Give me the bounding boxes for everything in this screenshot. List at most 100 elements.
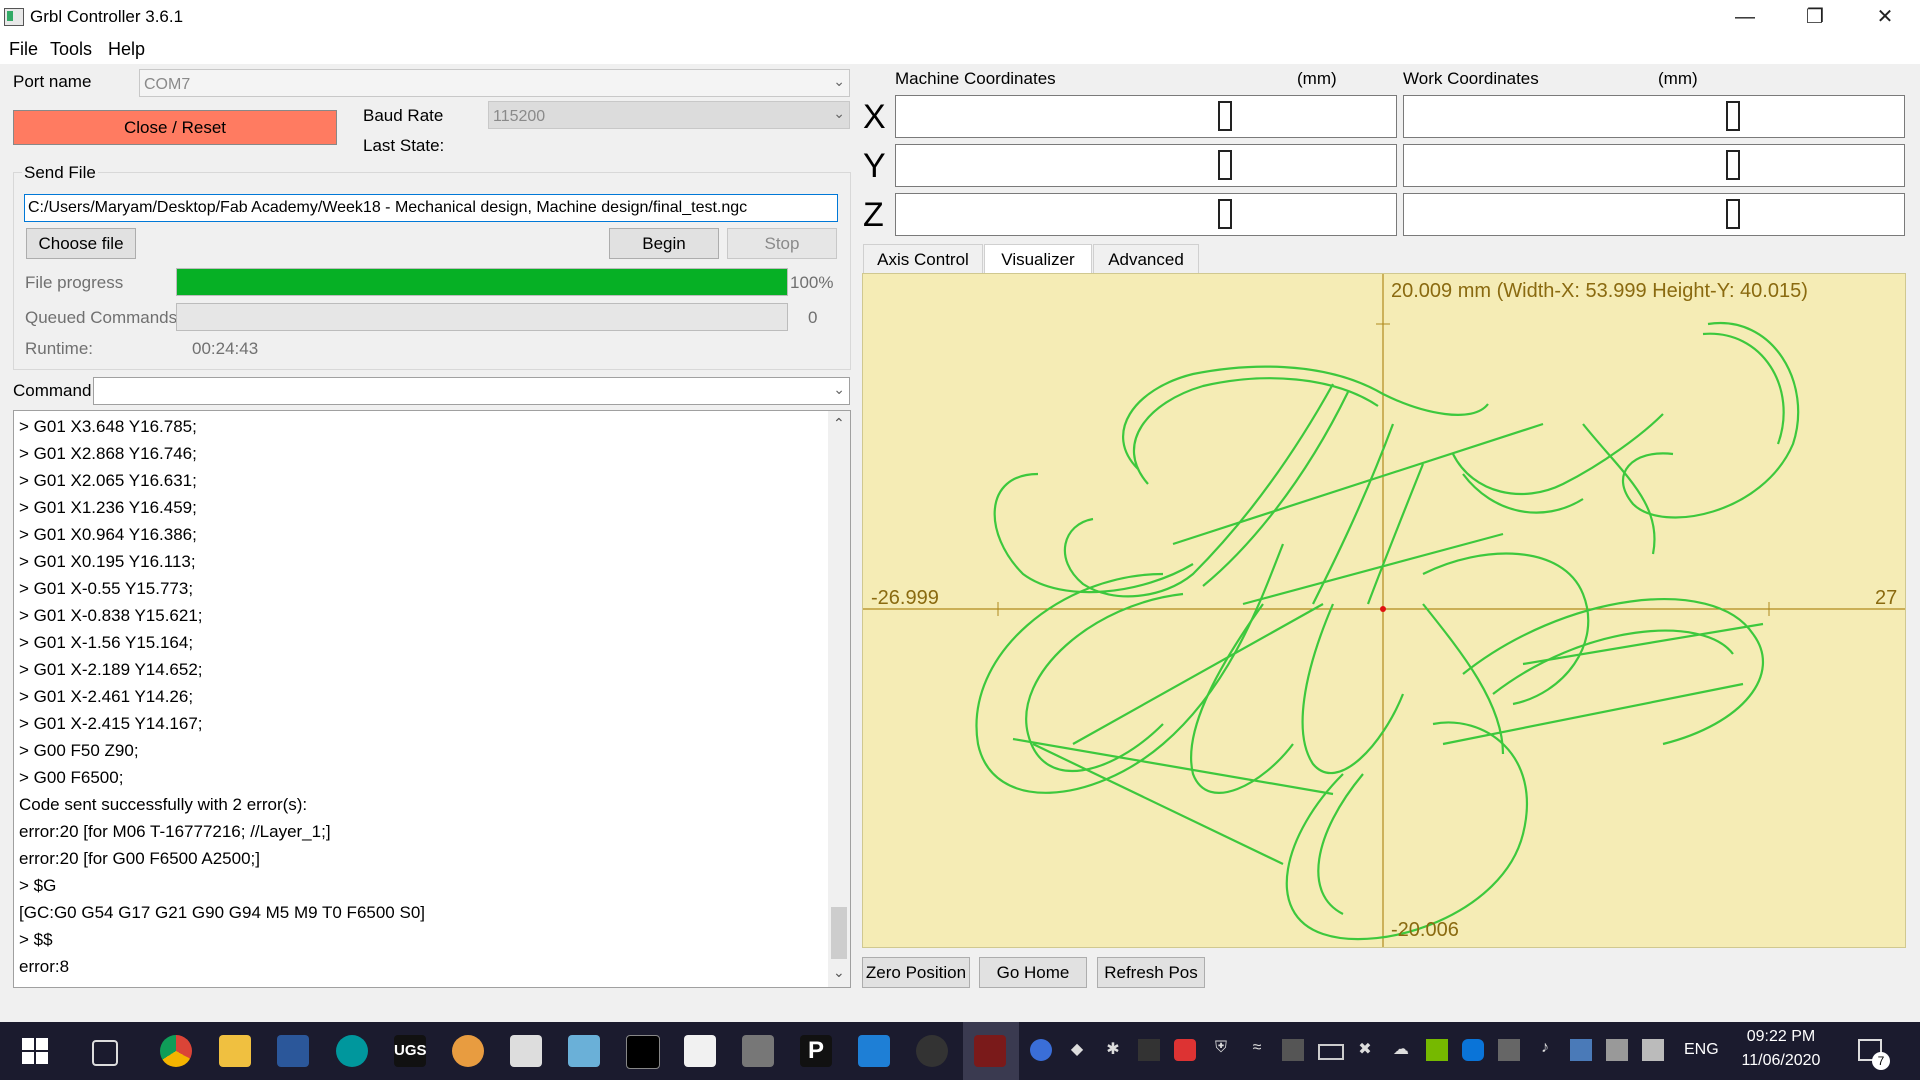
volume-icon[interactable]: ♪	[1534, 1039, 1556, 1061]
terminal-icon[interactable]	[626, 1035, 660, 1069]
app-icon	[4, 8, 24, 26]
tab-visualizer[interactable]: Visualizer	[984, 244, 1092, 274]
windows-start-icon[interactable]	[20, 1035, 52, 1067]
epic-games-icon[interactable]	[1138, 1039, 1160, 1061]
shield-icon[interactable]: ⛨	[1210, 1039, 1232, 1061]
menu-bar: File Tools Help	[0, 34, 1920, 64]
tray-app-icon[interactable]	[1030, 1039, 1052, 1061]
scroll-thumb[interactable]	[831, 907, 847, 959]
file-progress-fill	[177, 269, 787, 295]
restore-button[interactable]: ❐	[1780, 0, 1850, 34]
display-icon[interactable]	[1606, 1039, 1628, 1061]
cloud-upload-icon[interactable]: ☁	[1390, 1039, 1412, 1061]
file-explorer-icon[interactable]	[219, 1035, 251, 1067]
scroll-up-icon[interactable]: ⌃	[833, 415, 845, 432]
menu-file[interactable]: File	[9, 39, 38, 60]
machine-x-digit	[1218, 101, 1232, 131]
console-line: > G01 X2.868 Y16.746;	[19, 444, 197, 463]
toolpath-drawing	[975, 321, 1800, 941]
close-window-button[interactable]: ✕	[1850, 0, 1920, 34]
console-line: > G00 F50 Z90;	[19, 741, 139, 760]
image-viewer-icon[interactable]	[742, 1035, 774, 1067]
clock-date[interactable]: 11/06/2020	[1736, 1052, 1826, 1070]
storage-icon[interactable]	[1282, 1039, 1304, 1061]
title-bar: Grbl Controller 3.6.1 — ❐ ✕	[0, 0, 1920, 34]
tab-axis-control[interactable]: Axis Control	[863, 244, 983, 274]
console-line: error:20 [for G00 F6500 A2500;]	[19, 849, 260, 868]
p-app-icon[interactable]: P	[800, 1035, 832, 1067]
queued-commands-bar	[176, 303, 788, 331]
tab-advanced[interactable]: Advanced	[1093, 244, 1199, 274]
menu-tools[interactable]: Tools	[50, 39, 92, 60]
stop-button[interactable]: Stop	[727, 228, 837, 259]
visualizer-top-label: 20.009 mm (Width-X: 53.999 Height-Y: 40.…	[1391, 280, 1808, 302]
inkscape-alt-icon[interactable]	[916, 1035, 948, 1067]
console-line: > G01 X-2.415 Y14.167;	[19, 714, 203, 733]
file-path-field[interactable]: C:/Users/Maryam/Desktop/Fab Academy/Week…	[24, 194, 838, 222]
visualizer-right-label: 27	[1875, 587, 1898, 609]
begin-button[interactable]: Begin	[609, 228, 719, 259]
visualizer-left-label: -26.999	[871, 587, 939, 609]
machine-y-display	[895, 144, 1397, 187]
choose-file-button[interactable]: Choose file	[26, 228, 136, 259]
paint-icon[interactable]	[452, 1035, 484, 1067]
machine-z-digit	[1218, 199, 1232, 229]
file-path-text: C:/Users/Maryam/Desktop/Fab Academy/Week…	[28, 199, 748, 216]
console-line: Code sent successfully with 2 error(s):	[19, 795, 308, 814]
console-line: > $$	[19, 930, 53, 949]
java-icon[interactable]	[684, 1035, 716, 1067]
close-reset-button[interactable]: Close / Reset	[13, 110, 337, 145]
axis-label-z: Z	[863, 196, 884, 234]
console-line: > G01 X0.195 Y16.113;	[19, 552, 196, 571]
go-home-button[interactable]: Go Home	[979, 957, 1087, 988]
task-view-icon[interactable]	[92, 1040, 118, 1066]
port-select[interactable]: COM7 ⌄	[139, 69, 850, 97]
dropbox-icon[interactable]: ◆	[1066, 1039, 1088, 1061]
onedrive-icon[interactable]	[1462, 1039, 1484, 1061]
nvidia-icon[interactable]	[1426, 1039, 1448, 1061]
baud-select[interactable]: 115200 ⌄	[488, 101, 850, 129]
window-title: Grbl Controller 3.6.1	[30, 7, 184, 26]
tray-red-icon[interactable]	[1174, 1039, 1196, 1061]
tray-network-icon[interactable]	[1570, 1039, 1592, 1061]
taskbar: UGS P ◆ ✱ ⛨ ≈ ✖ ☁ ♪ ENG 09:22 PM 11/06/2…	[0, 1022, 1920, 1080]
chrome-icon[interactable]	[160, 1035, 192, 1067]
tools-icon[interactable]: ✖	[1354, 1039, 1376, 1061]
photos-icon[interactable]	[858, 1035, 890, 1067]
battery-icon[interactable]	[1318, 1044, 1344, 1060]
machine-coordinates-label: Machine Coordinates	[895, 69, 1056, 88]
console-scrollbar[interactable]: ⌃ ⌄	[828, 411, 850, 987]
console-line: > G01 X-0.55 Y15.773;	[19, 579, 194, 598]
port-value: COM7	[144, 76, 191, 93]
command-input[interactable]: ⌄	[93, 377, 850, 405]
console-line: > G01 X-1.56 Y15.164;	[19, 633, 194, 652]
notepad-icon[interactable]	[568, 1035, 600, 1067]
refresh-pos-button[interactable]: Refresh Pos	[1097, 957, 1205, 988]
visualizer-bottom-label: -20.006	[1391, 919, 1459, 941]
usb-icon[interactable]	[1642, 1039, 1664, 1061]
menu-help[interactable]: Help	[108, 39, 145, 60]
console-line: > G00 F6500;	[19, 768, 124, 787]
inkscape-icon[interactable]	[510, 1035, 542, 1067]
zero-position-button[interactable]: Zero Position	[862, 957, 970, 988]
arduino-icon[interactable]	[336, 1035, 368, 1067]
file-progress-bar	[176, 268, 788, 296]
camera-icon[interactable]	[1498, 1039, 1520, 1061]
visualizer-canvas[interactable]: 20.009 mm (Width-X: 53.999 Height-Y: 40.…	[862, 273, 1906, 948]
console-line: [GC:G0 G54 G17 G21 G90 G94 M5 M9 T0 F650…	[19, 903, 425, 922]
language-indicator[interactable]: ENG	[1684, 1041, 1719, 1059]
scroll-down-icon[interactable]: ⌄	[833, 964, 845, 981]
word-icon[interactable]	[277, 1035, 309, 1067]
console-line: > G01 X2.065 Y16.631;	[19, 471, 197, 490]
console-log[interactable]: > G01 X3.648 Y16.785; > G01 X2.868 Y16.74…	[13, 410, 851, 988]
minimize-button[interactable]: —	[1710, 0, 1780, 34]
origin-marker	[1380, 606, 1386, 612]
wifi-icon[interactable]: ≈	[1246, 1039, 1268, 1061]
work-y-display	[1403, 144, 1905, 187]
work-x-display	[1403, 95, 1905, 138]
bluetooth-icon[interactable]: ✱	[1102, 1039, 1124, 1061]
work-y-digit	[1726, 150, 1740, 180]
grbl-controller-icon[interactable]	[974, 1035, 1006, 1067]
ugs-icon[interactable]: UGS	[394, 1035, 427, 1067]
clock-time[interactable]: 09:22 PM	[1736, 1028, 1826, 1046]
